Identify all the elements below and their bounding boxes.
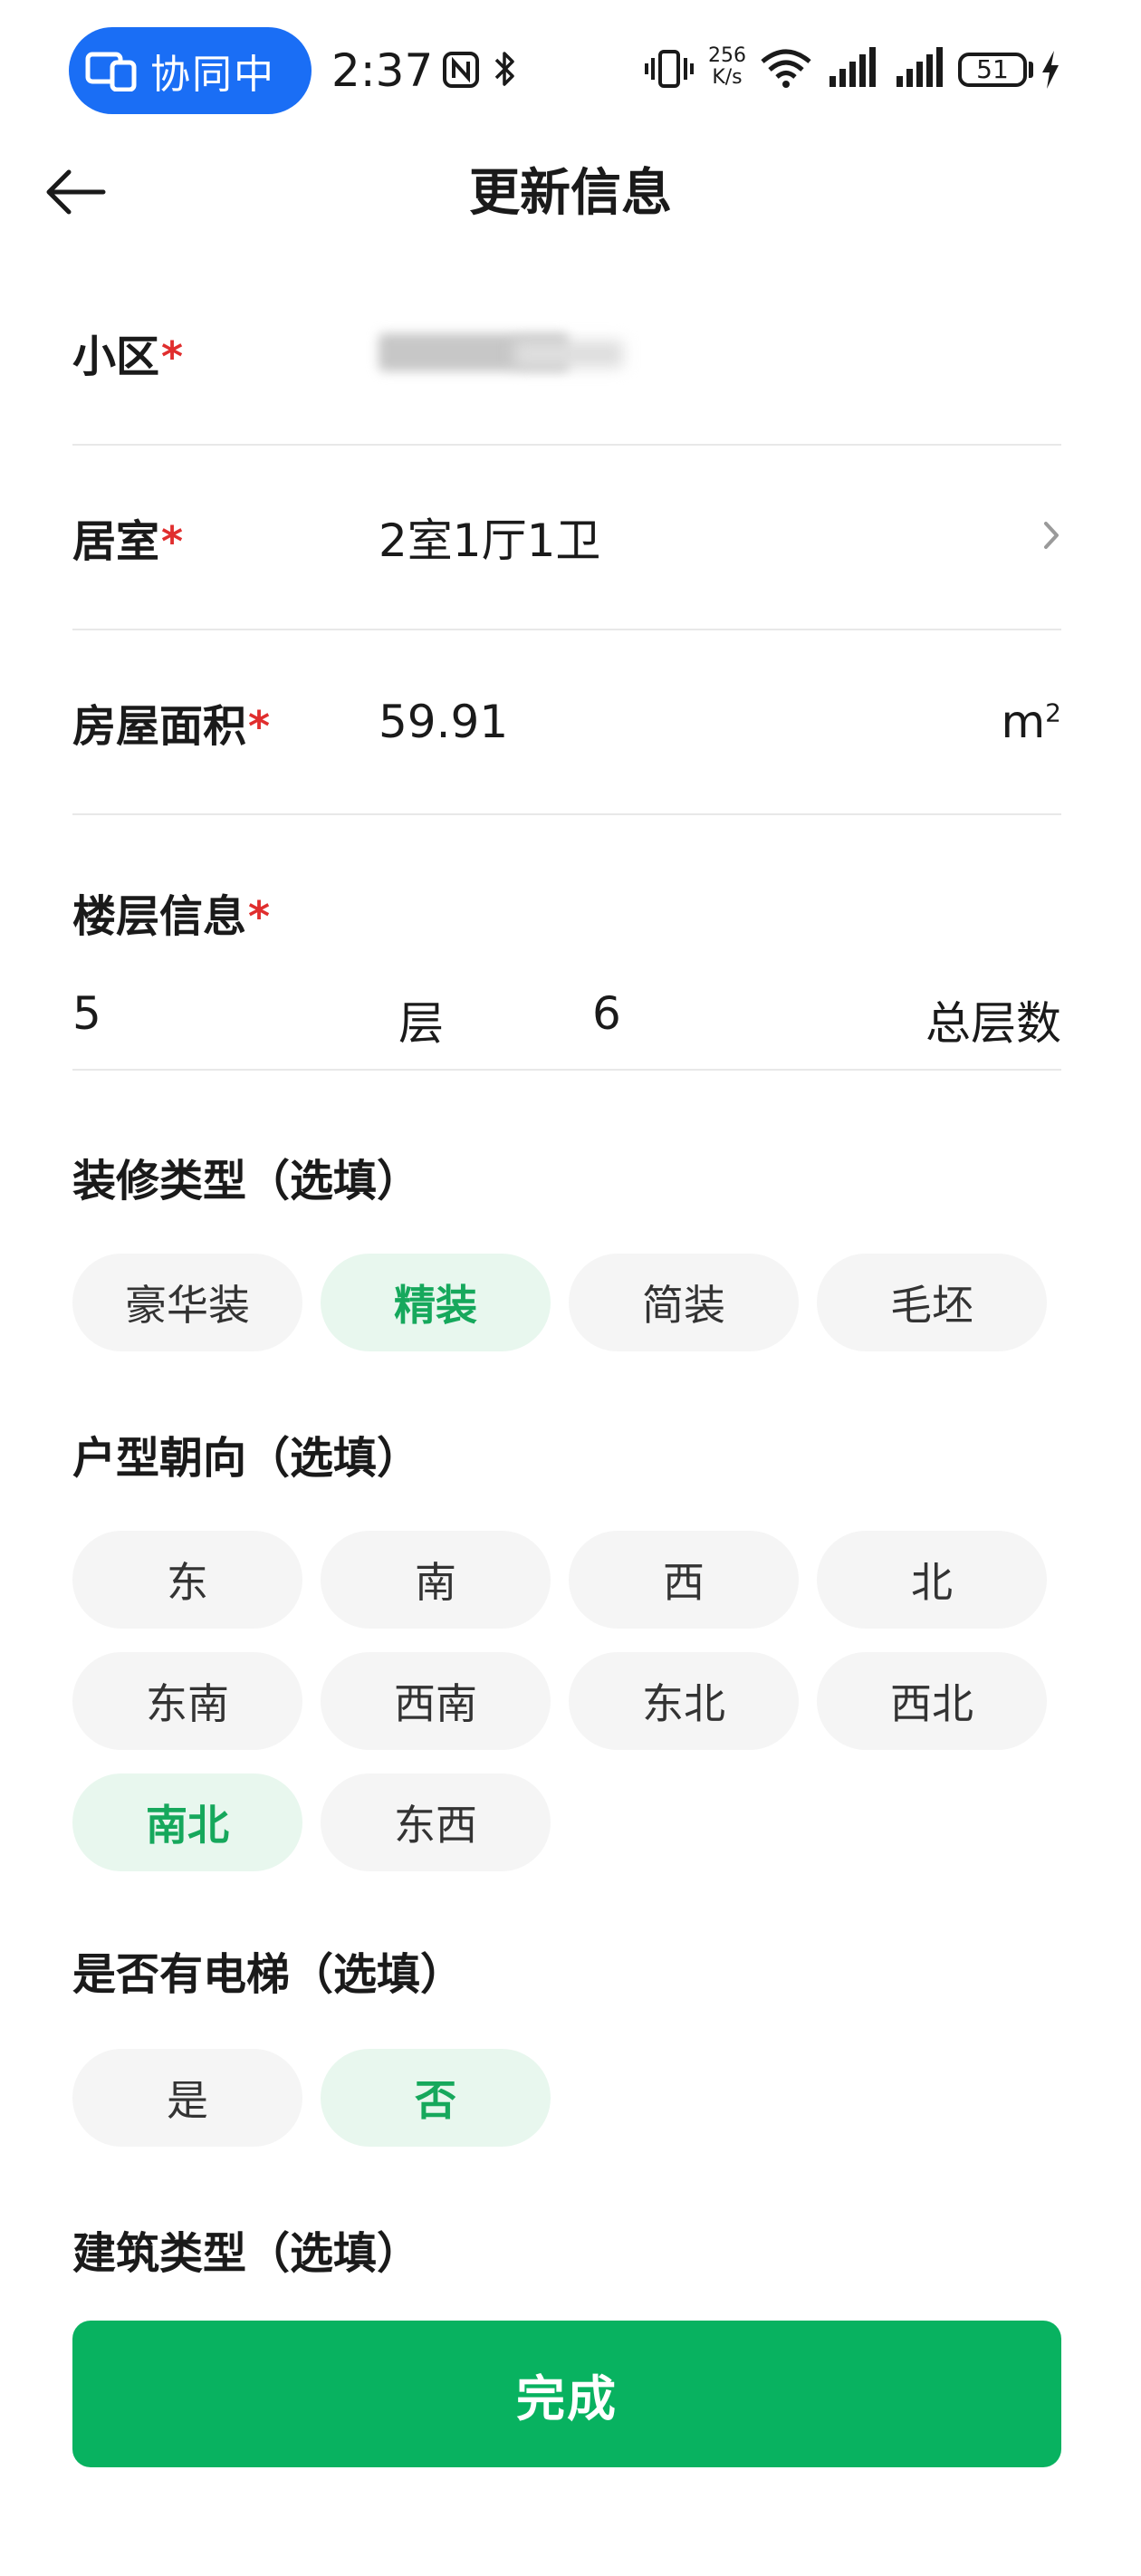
rooms-label: 居室* (72, 516, 184, 567)
area-field[interactable]: 房屋面积* 59.91 m2 (72, 630, 1061, 815)
wifi-icon (759, 47, 813, 94)
collab-indicator[interactable]: 协同中 (69, 27, 312, 114)
elevator-option[interactable]: 是 (72, 2049, 302, 2147)
building-type-title: 建筑类型（选填） (72, 2228, 421, 2279)
community-value-blurred (379, 321, 641, 384)
orientation-option[interactable]: 北 (817, 1531, 1047, 1629)
orientation-option[interactable]: 东西 (321, 1773, 551, 1871)
rooms-value: 2室1厅1卫 (379, 514, 601, 567)
floor-unit: 层 (398, 997, 444, 1050)
nfc-icon (442, 51, 480, 92)
header: 更新信息 (0, 145, 1141, 243)
required-mark: * (161, 332, 184, 381)
signal-icon (828, 47, 878, 92)
total-floors-unit: 总层数 (925, 997, 1061, 1050)
required-mark: * (248, 702, 271, 751)
floor-inputs: 5 层 6 总层数 (72, 987, 1061, 1050)
battery-cap (1029, 62, 1033, 78)
signal-icon (895, 47, 945, 92)
floor-label: 楼层信息* (72, 891, 271, 942)
area-input[interactable]: 59.91 (379, 696, 508, 748)
decoration-option[interactable]: 豪华装 (72, 1254, 302, 1351)
orientation-option[interactable]: 南 (321, 1531, 551, 1629)
orientation-title: 户型朝向（选填） (72, 1433, 421, 1484)
orientation-option[interactable]: 东北 (569, 1652, 799, 1750)
decoration-option-selected[interactable]: 精装 (321, 1254, 551, 1351)
orientation-option[interactable]: 东南 (72, 1652, 302, 1750)
rooms-field[interactable]: 居室* 2室1厅1卫 (72, 446, 1061, 630)
done-button[interactable]: 完成 (72, 2321, 1061, 2467)
total-floors-input[interactable]: 6 (592, 987, 621, 1040)
status-time: 2:37 (331, 44, 434, 97)
page-title: 更新信息 (469, 164, 672, 223)
floor-field: 楼层信息* 5 层 6 总层数 (72, 815, 1061, 1071)
elevator-title: 是否有电梯（选填） (72, 1949, 465, 2000)
elevator-option-selected[interactable]: 否 (321, 2049, 551, 2147)
required-mark: * (161, 517, 184, 566)
network-speed: 256 K/s (708, 44, 746, 89)
decoration-title: 装修类型（选填） (72, 1156, 421, 1206)
collab-label: 协同中 (150, 52, 275, 98)
bluetooth-icon (491, 47, 518, 94)
required-mark: * (248, 892, 271, 941)
orientation-option[interactable]: 西南 (321, 1652, 551, 1750)
battery-indicator: 51 (958, 53, 1027, 87)
decoration-option[interactable]: 简装 (569, 1254, 799, 1351)
area-label: 房屋面积* (72, 701, 271, 752)
charging-icon (1040, 49, 1061, 94)
orientation-option[interactable]: 西 (569, 1531, 799, 1629)
floor-number-input[interactable]: 5 (72, 987, 101, 1040)
vibrate-icon (645, 47, 694, 94)
status-bar: 协同中 2:37 256 K/s 51 (0, 0, 1141, 145)
decoration-option[interactable]: 毛坯 (817, 1254, 1047, 1351)
multi-device-icon (85, 50, 138, 91)
chevron-right-icon (1041, 520, 1061, 554)
orientation-option-selected[interactable]: 南北 (72, 1773, 302, 1871)
orientation-option[interactable]: 西北 (817, 1652, 1047, 1750)
community-field[interactable]: 小区* (72, 261, 1061, 446)
area-unit: m2 (1001, 696, 1061, 748)
orientation-option[interactable]: 东 (72, 1531, 302, 1629)
community-label: 小区* (72, 332, 184, 382)
